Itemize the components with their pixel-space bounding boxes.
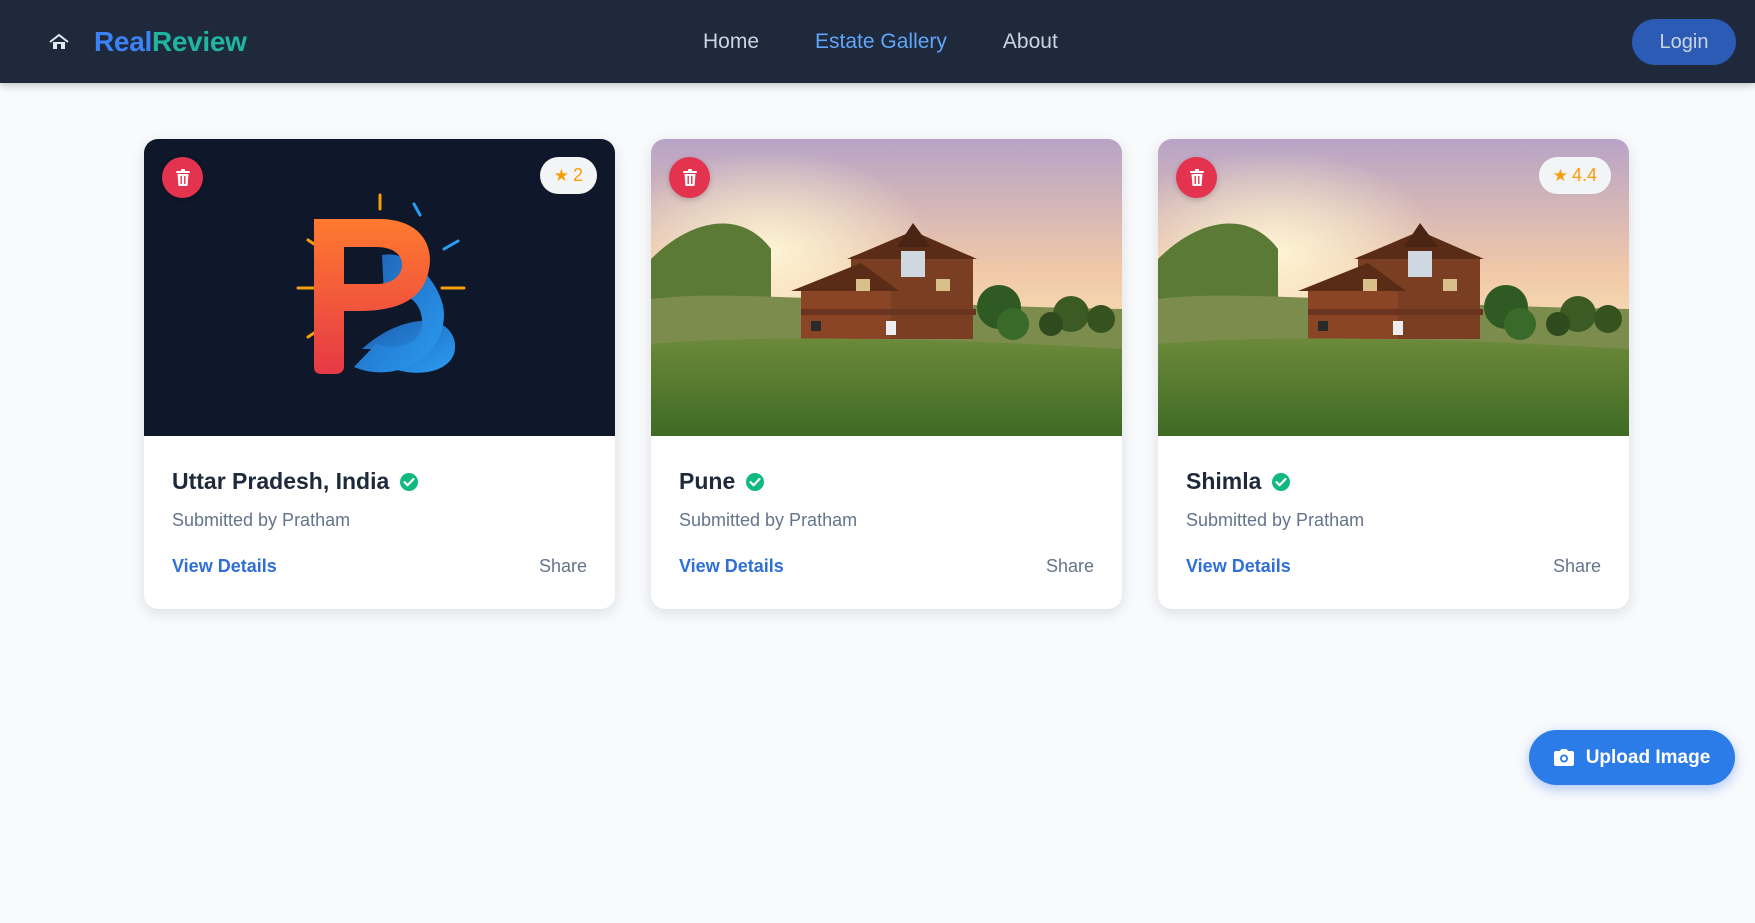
brand-name-part1: Real [94,25,152,57]
nav-link-estate-gallery[interactable]: Estate Gallery [815,30,947,54]
rating-value: 2 [572,165,583,185]
navbar: RealReview Home Estate Gallery About Log… [0,0,1755,83]
nav-link-home[interactable]: Home [703,30,759,54]
share-link[interactable]: Share [1046,556,1094,577]
upload-image-label: Upload Image [1585,746,1711,768]
submitted-by: Submitted by Pratham [172,510,351,530]
trash-icon [682,168,697,186]
brand-name: RealReview [94,26,247,58]
submitted-by: Submitted by Pratham [1186,510,1365,530]
share-link[interactable]: Share [1553,556,1601,577]
view-details-link[interactable]: View Details [1186,556,1291,577]
card-title: Pune [679,468,736,494]
camera-icon [1553,749,1574,766]
view-details-link[interactable]: View Details [679,556,784,577]
submitted-by: Submitted by Pratham [679,510,858,530]
trash-icon [1189,168,1204,186]
star-icon: ★ [1552,165,1568,185]
delete-button[interactable] [162,157,203,198]
upload-image-button[interactable]: Upload Image [1529,730,1735,785]
house-photo [651,139,1122,436]
card-body: Pune Submitted by Pratham View Details S… [679,436,1094,609]
estate-card: ★ 2 Uttar Pradesh, India Submitted by Pr… [144,139,615,609]
view-details-link[interactable]: View Details [172,556,277,577]
brand[interactable]: RealReview [48,0,247,83]
card-title-row: Uttar Pradesh, India [172,468,419,495]
card-title-row: Pune [679,468,765,495]
nav-links: Home Estate Gallery About [703,0,1058,83]
brand-name-part2: Review [151,25,247,57]
estate-card: Pune Submitted by Pratham View Details S… [651,139,1122,609]
card-title: Shimla [1186,468,1262,494]
card-image[interactable]: ★ 2 [144,139,615,436]
rating-value: 4.4 [1571,165,1597,185]
card-title-row: Shimla [1186,468,1291,495]
card-title: Uttar Pradesh, India [172,468,390,494]
rating-badge: ★ 4.4 [1538,157,1611,194]
card-body: Uttar Pradesh, India Submitted by Pratha… [172,436,587,609]
card-body: Shimla Submitted by Pratham View Details… [1186,436,1601,609]
trash-icon [175,168,190,186]
check-circle-icon [1272,472,1291,491]
check-circle-icon [400,472,419,491]
login-button[interactable]: Login [1632,19,1736,65]
estate-card: ★ 4.4 Shimla Submitted by Pratham View D… [1158,139,1629,609]
star-icon: ★ [553,165,569,185]
delete-button[interactable] [1176,157,1217,198]
check-circle-icon [746,472,765,491]
card-image[interactable]: ★ 4.4 [1158,139,1629,436]
house-icon [48,31,70,53]
card-image[interactable] [651,139,1122,436]
share-link[interactable]: Share [539,556,587,577]
delete-button[interactable] [669,157,710,198]
rating-badge: ★ 2 [539,157,597,194]
nav-link-about[interactable]: About [1003,30,1058,54]
